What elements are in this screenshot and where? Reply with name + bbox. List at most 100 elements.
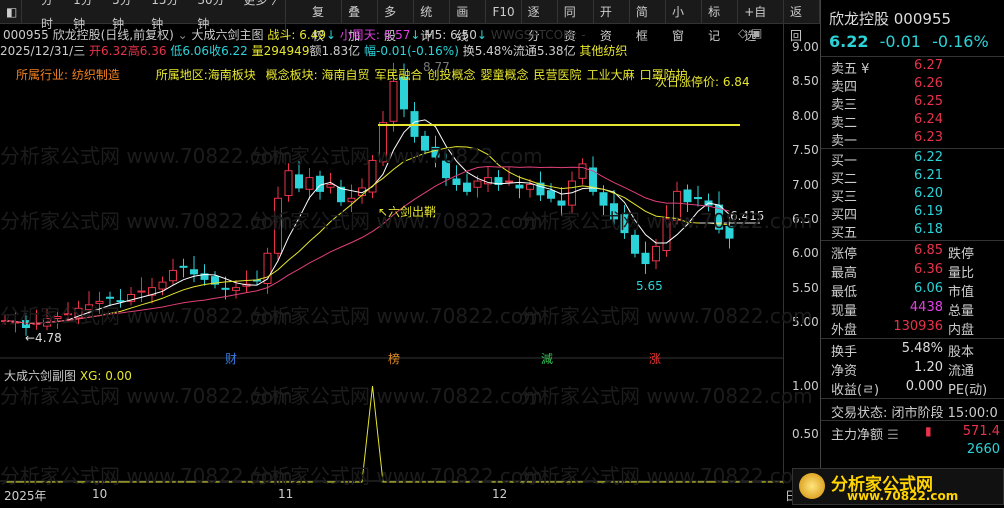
toolbar-button[interactable]: 画线	[450, 0, 487, 43]
quote-title: 欣龙控股 000955	[829, 10, 952, 28]
candle	[526, 184, 534, 190]
watermark: 分析家公式网 www.70822.com	[0, 209, 293, 233]
toolbar-button[interactable]: 标记	[702, 0, 739, 43]
bid-row: 买五 6.18	[831, 222, 1004, 241]
price-tick: 6.00	[792, 246, 819, 261]
candle	[463, 182, 471, 192]
toolbar-button[interactable]: 同资	[558, 0, 594, 43]
concept-tag[interactable]: 海南自贸	[321, 68, 369, 82]
stock-title: 000955 欣龙控股(日线,前复权)	[3, 28, 174, 42]
zhandou-value: 战斗: 6.49	[267, 28, 326, 42]
bid-price: 6.18	[914, 222, 943, 237]
chart-header-line1: 000955 欣龙控股(日线,前复权) ⌄ 大成六剑主图 战斗: 6.49↓ 小…	[3, 28, 586, 42]
quote-price-line: 6.22 -0.01 -0.16%	[829, 32, 989, 51]
toolbar: ◧ 分时1分钟5分钟15分钟30分钟更多 〉 复权叠加多股统计画线F10逐分同资…	[0, 0, 821, 43]
candle	[652, 245, 660, 262]
event-marker[interactable]: 涨	[649, 350, 661, 367]
sector: 其他纺织	[579, 44, 628, 58]
open: 开6.32	[89, 44, 128, 58]
toolbar-button[interactable]: 简框	[630, 0, 666, 43]
candle	[326, 184, 335, 188]
candle	[158, 281, 167, 290]
chart-settings-icons[interactable]: ◇ ▣	[738, 26, 762, 40]
toolbar-button[interactable]: 统计	[414, 0, 451, 43]
ask-price: 6.23	[914, 130, 943, 145]
ask-price: 6.24	[914, 112, 943, 127]
ask-label: 卖四	[831, 80, 858, 95]
candle	[599, 192, 608, 206]
watermark: 分析家公式网 www.70822.com	[250, 464, 543, 488]
sub-tick: 0.50	[792, 427, 819, 441]
industry: 纺织制造	[71, 68, 120, 82]
time-tick: 11	[278, 487, 294, 501]
low: 低6.06	[170, 44, 210, 58]
candle	[547, 190, 555, 199]
m5-value: M5: 6.50	[424, 28, 477, 42]
ask-row: 卖三 6.25	[831, 94, 1004, 113]
time-tick: 2025年	[4, 489, 47, 503]
candle	[232, 287, 240, 291]
toolbar-button[interactable]: 小窗	[666, 0, 703, 43]
price-tick: 7.50	[792, 143, 819, 158]
trade-status: 交易状态: 闭市阶段 15:00:0	[831, 406, 998, 421]
region-label: 所属地区:	[155, 68, 208, 82]
kline-chart[interactable]	[0, 24, 820, 505]
toolbar-button[interactable]: 开资	[594, 0, 630, 43]
layout-toggle-button[interactable]: ◧	[0, 0, 22, 24]
bid-row: 买一 6.22	[831, 150, 1004, 169]
candle	[389, 80, 398, 122]
time-tick: 12	[492, 487, 508, 501]
candle	[169, 269, 177, 282]
high-label: 8.77	[423, 60, 450, 74]
code-text: WWGSPTCOM: -	[490, 28, 586, 42]
bid-label: 买五	[831, 226, 858, 241]
turnover: 换5.48%	[462, 44, 513, 58]
toolbar-button[interactable]: 叠加	[342, 0, 379, 43]
event-marker[interactable]: 榜	[388, 350, 400, 367]
ask-label: 卖三	[831, 98, 858, 113]
candle	[347, 197, 356, 203]
watermark: 分析家公式网 www.70822.com	[0, 464, 293, 488]
event-marker[interactable]: 減	[541, 350, 553, 367]
toolbar-button[interactable]: +自选	[738, 0, 784, 43]
formula-dropdown-icon[interactable]: ⌄	[178, 28, 188, 42]
concept-tag[interactable]: 军民融合	[375, 68, 423, 82]
watermark: 分析家公式网 www.70822.com	[0, 144, 293, 168]
candle	[694, 197, 702, 200]
site-logo: 分析家公式网 www.70822.com	[792, 468, 1004, 505]
industry-label: 所属行业:	[16, 68, 69, 82]
price-axis: 9.00 8.50 8.00 7.50 7.00 6.50 6.00 5.50 5.00 1.00…	[783, 24, 820, 484]
candle	[179, 265, 188, 268]
bid-row: 买二 6.21	[831, 168, 1004, 187]
toolbar-button[interactable]: 复权	[306, 0, 343, 43]
candle	[515, 184, 524, 189]
toolbar-button[interactable]: 返回	[784, 0, 821, 43]
candle	[641, 252, 650, 265]
stat-row: 净资 1.20 流通	[831, 360, 975, 379]
concept-tag[interactable]: 工业大麻	[587, 68, 635, 82]
price-pct: -0.16%	[932, 32, 989, 51]
ask-label: 卖一	[831, 134, 858, 149]
concept-tag[interactable]: 婴童概念	[481, 68, 529, 82]
formula-name[interactable]: 大成六剑主图	[192, 28, 264, 42]
toolbar-button[interactable]: 多股	[378, 0, 415, 43]
toolbar-button[interactable]: 逐分	[522, 0, 558, 43]
toolbar-button[interactable]: F10	[486, 0, 522, 24]
candle	[452, 178, 461, 185]
watermark: 分析家公式网 www.70822.com	[520, 209, 813, 233]
candle	[473, 180, 482, 188]
price-tick: 9.00	[792, 40, 819, 54]
high: 高6.36	[127, 44, 167, 58]
candle	[295, 174, 303, 189]
stat-row: 收益(ㄹ) 0.000 PE(动)	[831, 379, 988, 398]
event-marker[interactable]: 财	[225, 350, 237, 367]
candle	[305, 177, 314, 190]
concept-tag[interactable]: 民营医院	[534, 68, 582, 82]
industry-line: 所属行业: 纺织制造 所属地区:海南板块 概念板块: 海南自贸 军民融合 创投概念婴…	[16, 66, 693, 83]
stat-row: 涨停 6.85 跌停	[831, 243, 975, 262]
bid-price: 6.21	[914, 168, 943, 183]
stat-row: 最低 6.06 市值	[831, 281, 975, 300]
stat-row: 换手 5.48% 股本	[831, 341, 975, 360]
candle	[316, 175, 324, 192]
candle	[578, 163, 587, 179]
